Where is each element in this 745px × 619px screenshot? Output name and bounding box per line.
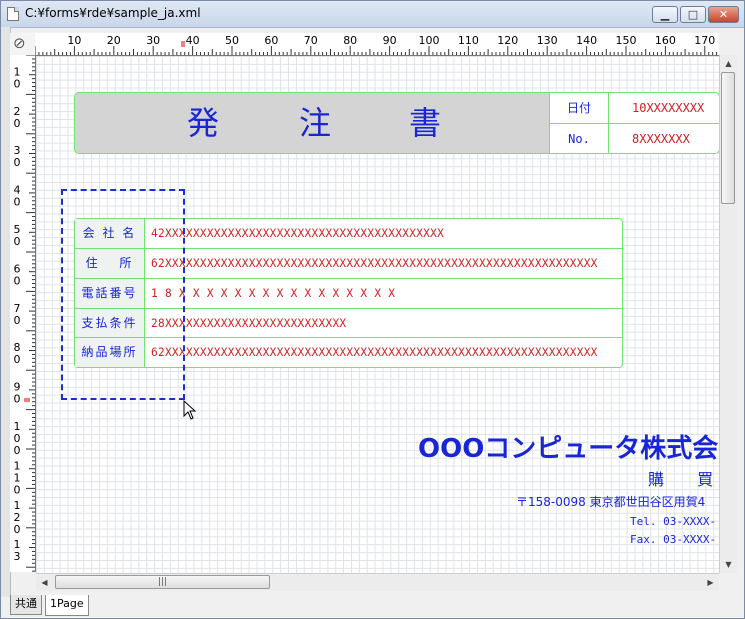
number-label: No. (550, 124, 609, 153)
design-canvas[interactable]: 発 注 書 日付 10XXXXXXXX No. 8XXXXXXX 会 社 名 4… (36, 56, 719, 573)
ruler-label: 140 (576, 34, 597, 47)
tel-text[interactable]: Tel. 03-XXXX- (630, 515, 716, 528)
ruler-label: 0 (14, 483, 21, 496)
ruler-cursor-marker (24, 398, 30, 402)
date-label: 日付 (550, 93, 609, 123)
header-meta: 日付 10XXXXXXXX No. 8XXXXXXX (549, 93, 719, 153)
ruler-label: 120 (497, 34, 518, 47)
ruler-label: 50 (225, 34, 239, 47)
horizontal-scroll-thumb[interactable]: ||| (55, 575, 270, 589)
date-row[interactable]: 日付 10XXXXXXXX (550, 93, 719, 123)
close-button[interactable]: ✕ (708, 6, 739, 23)
mouse-cursor-icon (183, 400, 197, 420)
minimize-button[interactable]: ▁ (652, 6, 678, 23)
form-title-char: 書 (409, 104, 442, 142)
ruler-label: 160 (655, 34, 676, 47)
form-title[interactable]: 発 注 書 (75, 93, 549, 153)
number-field: 8XXXXXXX (632, 132, 690, 146)
department-text[interactable]: 購 買 (648, 466, 719, 490)
selection-rectangle[interactable] (61, 189, 185, 400)
form-title-char: 注 (299, 104, 332, 142)
ruler-label: 10 (67, 34, 81, 47)
ruler-label: 0 (14, 523, 21, 536)
main-window: C:¥forms¥rde¥sample_ja.xml ▁ □ ✕ ⊘ 10 20 3… (0, 0, 745, 619)
ruler-label: 0 (14, 77, 21, 90)
ruler-label: 0 (14, 444, 21, 457)
phone-field: 1 8 X X X X X X X X X X X X X X X X (151, 287, 396, 300)
fax-text[interactable]: Fax. 03-XXXX- (630, 533, 716, 546)
title-bar[interactable]: C:¥forms¥rde¥sample_ja.xml ▁ □ ✕ (1, 1, 744, 28)
scroll-up-icon[interactable]: ▲ (720, 55, 737, 72)
ruler-label: 0 (14, 196, 21, 209)
ruler-label: 60 (264, 34, 278, 47)
ruler-label: 30 (146, 34, 160, 47)
ruler-label: 80 (343, 34, 357, 47)
scroll-right-icon[interactable]: ▶ (702, 574, 719, 591)
ruler-label: 90 (383, 34, 397, 47)
delivery-place-field: 62XXXXXXXXXXXXXXXXXXXXXXXXXXXXXXXXXXXXXX… (151, 346, 598, 359)
horizontal-ruler: 10 20 30 40 50 60 70 80 90 100 110 120 130 140 150 160 1… (35, 33, 719, 56)
scroll-left-icon[interactable]: ◀ (36, 574, 53, 591)
ruler-label: 0 (14, 235, 21, 248)
ruler-label: 170 (694, 34, 715, 47)
tab-common[interactable]: 共通 (10, 595, 42, 615)
company-name-field: 42XXXXXXXXXXXXXXXXXXXXXXXXXXXXXXXXXXXXXX… (151, 227, 445, 240)
address-text[interactable]: 〒158-0098 東京都世田谷区用賀4 (516, 493, 705, 510)
window-title: C:¥forms¥rde¥sample_ja.xml (25, 6, 201, 20)
number-row[interactable]: No. 8XXXXXXX (550, 123, 719, 153)
ruler-label: 110 (458, 34, 479, 47)
ruler-cursor-marker (181, 41, 185, 47)
horizontal-ruler-ticks: 10 20 30 40 50 60 70 80 90 100 110 120 130 140 150 160 1… (35, 34, 718, 55)
ruler-label: 70 (304, 34, 318, 47)
date-field: 10XXXXXXXX (632, 101, 705, 115)
ruler-label: 150 (616, 34, 637, 47)
vertical-scroll-thumb[interactable] (721, 72, 735, 204)
vertical-scrollbar[interactable]: ▲ ▼ (719, 55, 737, 573)
ruler-label: 0 (14, 314, 21, 327)
ruler-label: 0 (14, 156, 21, 169)
ruler-label: 100 (419, 34, 440, 47)
scroll-down-icon[interactable]: ▼ (720, 556, 737, 573)
ruler-label: 20 (107, 34, 121, 47)
document-icon (7, 7, 19, 21)
ruler-label: 0 (14, 117, 21, 130)
company-name-text[interactable]: OOOコンピュータ株式会 (418, 428, 718, 465)
vertical-ruler: 10203040506070809010011012013 (10, 55, 36, 572)
tab-page-1[interactable]: 1Page (45, 595, 89, 616)
horizontal-scrollbar[interactable]: ◀ ||| ▶ (36, 573, 719, 591)
ruler-label: 0 (14, 274, 21, 287)
vertical-ruler-ticks: 10203040506070809010011012013 (14, 55, 35, 572)
ruler-corner[interactable]: ⊘ (10, 33, 36, 56)
form-title-char: 発 (187, 104, 220, 142)
paperclip-icon: ⊘ (13, 34, 26, 52)
ruler-label: 3 (14, 550, 21, 563)
ruler-label: 0 (14, 353, 21, 366)
ruler-label: 130 (537, 34, 558, 47)
form-header-box[interactable]: 発 注 書 日付 10XXXXXXXX No. 8XXXXXXX (74, 92, 719, 154)
maximize-button[interactable]: □ (680, 6, 706, 23)
address-field: 62XXXXXXXXXXXXXXXXXXXXXXXXXXXXXXXXXXXXXX… (151, 257, 598, 270)
ruler-label: 0 (14, 393, 21, 406)
ruler-label: 40 (186, 34, 200, 47)
